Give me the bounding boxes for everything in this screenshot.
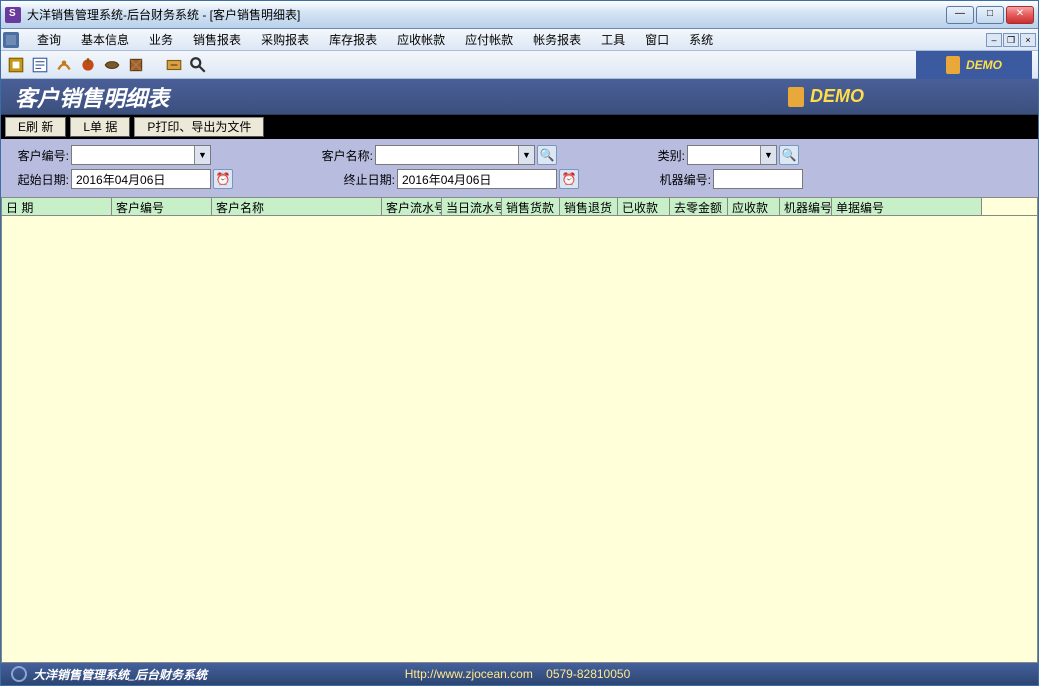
menu-query[interactable]: 查询 [27,29,71,50]
search-icon[interactable]: 🔍 [779,145,799,165]
app-icon [5,7,21,23]
customer-name-combo[interactable]: ▼ [375,145,535,165]
action-button-bar: E刷 新 L单 据 P打印、导出为文件 [1,115,1038,139]
system-menu-icon[interactable] [3,32,19,48]
menu-sales-report[interactable]: 销售报表 [183,29,251,50]
menu-payable[interactable]: 应付帐款 [455,29,523,50]
category-combo[interactable]: ▼ [687,145,777,165]
menu-account-report[interactable]: 帐务报表 [523,29,591,50]
filter-panel: 客户编号: ▼ 客户名称: ▼ 🔍 类别: ▼ [1,139,1038,198]
tool-icon-2[interactable] [31,56,49,74]
title-bar: 大洋销售管理系统-后台财务系统 - [客户销售明细表] — □ ✕ [1,1,1038,29]
chevron-down-icon[interactable]: ▼ [194,146,210,164]
menu-bar: 查询 基本信息 业务 销售报表 采购报表 库存报表 应收帐款 应付帐款 帐务报表… [1,29,1038,51]
tool-icon-5[interactable] [103,56,121,74]
window-title: 大洋销售管理系统-后台财务系统 - [客户销售明细表] [27,6,946,23]
start-date-input[interactable] [71,169,211,189]
tool-icon-6[interactable] [127,56,145,74]
mdi-restore-button[interactable]: ❐ [1003,33,1019,47]
tool-icon-1[interactable] [7,56,25,74]
menu-basic-info[interactable]: 基本信息 [71,29,139,50]
start-date-label: 起始日期: [11,171,69,188]
print-export-button[interactable]: P打印、导出为文件 [134,117,264,137]
table-header-row: 日 期客户编号客户名称客户流水号当日流水号销售货款销售退货已收款去零金额应收款机… [2,198,1037,216]
customer-no-label: 客户编号: [11,147,69,164]
table-column-header[interactable]: 去零金额 [670,198,728,215]
demo-label: DEMO [810,86,864,107]
table-column-header[interactable]: 销售货款 [502,198,560,215]
tool-icon-3[interactable] [55,56,73,74]
page-title: 客户销售明细表 [15,81,788,113]
table-column-header[interactable]: 客户编号 [112,198,212,215]
menu-business[interactable]: 业务 [139,29,183,50]
mdi-minimize-button[interactable]: – [986,33,1002,47]
table-column-header[interactable]: 销售退货 [560,198,618,215]
footer-logo-icon [11,666,27,682]
table-column-header[interactable]: 客户名称 [212,198,382,215]
menu-receivable[interactable]: 应收帐款 [387,29,455,50]
footer-contact: Http://www.zjocean.com 0579-82810050 [207,667,828,681]
bill-button[interactable]: L单 据 [70,117,130,137]
category-label: 类别: [645,147,685,164]
table-column-header[interactable]: 单据编号 [832,198,982,215]
menu-tools[interactable]: 工具 [591,29,635,50]
table-column-header[interactable]: 当日流水号 [442,198,502,215]
tool-icon-8[interactable] [189,56,207,74]
page-header: 客户销售明细表 DEMO [1,79,1038,115]
menu-inventory-report[interactable]: 库存报表 [319,29,387,50]
demo-banner-top: DEMO [916,51,1032,79]
close-button[interactable]: ✕ [1006,6,1034,24]
demo-label: DEMO [966,58,1002,72]
footer-system-name: 大洋销售管理系统_后台财务系统 [33,666,207,683]
clock-icon[interactable]: ⏰ [213,169,233,189]
toolbar: DEMO [1,51,1038,79]
table-column-header[interactable]: 客户流水号 [382,198,442,215]
machine-no-input[interactable] [713,169,803,189]
customer-no-combo[interactable]: ▼ [71,145,211,165]
table-column-header[interactable]: 应收款 [728,198,780,215]
menu-window[interactable]: 窗口 [635,29,679,50]
demo-icon [946,56,960,74]
machine-no-label: 机器编号: [653,171,711,188]
table-column-header[interactable]: 已收款 [618,198,670,215]
table-column-header[interactable]: 日 期 [2,198,112,215]
clock-icon[interactable]: ⏰ [559,169,579,189]
end-date-input[interactable] [397,169,557,189]
refresh-button[interactable]: E刷 新 [5,117,66,137]
demo-icon [788,87,804,107]
mdi-close-button[interactable]: × [1020,33,1036,47]
data-table[interactable]: 日 期客户编号客户名称客户流水号当日流水号销售货款销售退货已收款去零金额应收款机… [1,198,1038,663]
menu-system[interactable]: 系统 [679,29,723,50]
minimize-button[interactable]: — [946,6,974,24]
footer-phone: 0579-82810050 [546,667,630,681]
table-column-header[interactable]: 机器编号 [780,198,832,215]
search-icon[interactable]: 🔍 [537,145,557,165]
customer-name-label: 客户名称: [315,147,373,164]
demo-banner-header: DEMO [788,86,864,107]
menu-purchase-report[interactable]: 采购报表 [251,29,319,50]
tool-icon-4[interactable] [79,56,97,74]
tool-icon-7[interactable] [165,56,183,74]
footer-url: Http://www.zjocean.com [405,667,533,681]
end-date-label: 终止日期: [337,171,395,188]
chevron-down-icon[interactable]: ▼ [518,146,534,164]
chevron-down-icon[interactable]: ▼ [760,146,776,164]
status-bar: 大洋销售管理系统_后台财务系统 Http://www.zjocean.com 0… [1,663,1038,685]
maximize-button[interactable]: □ [976,6,1004,24]
